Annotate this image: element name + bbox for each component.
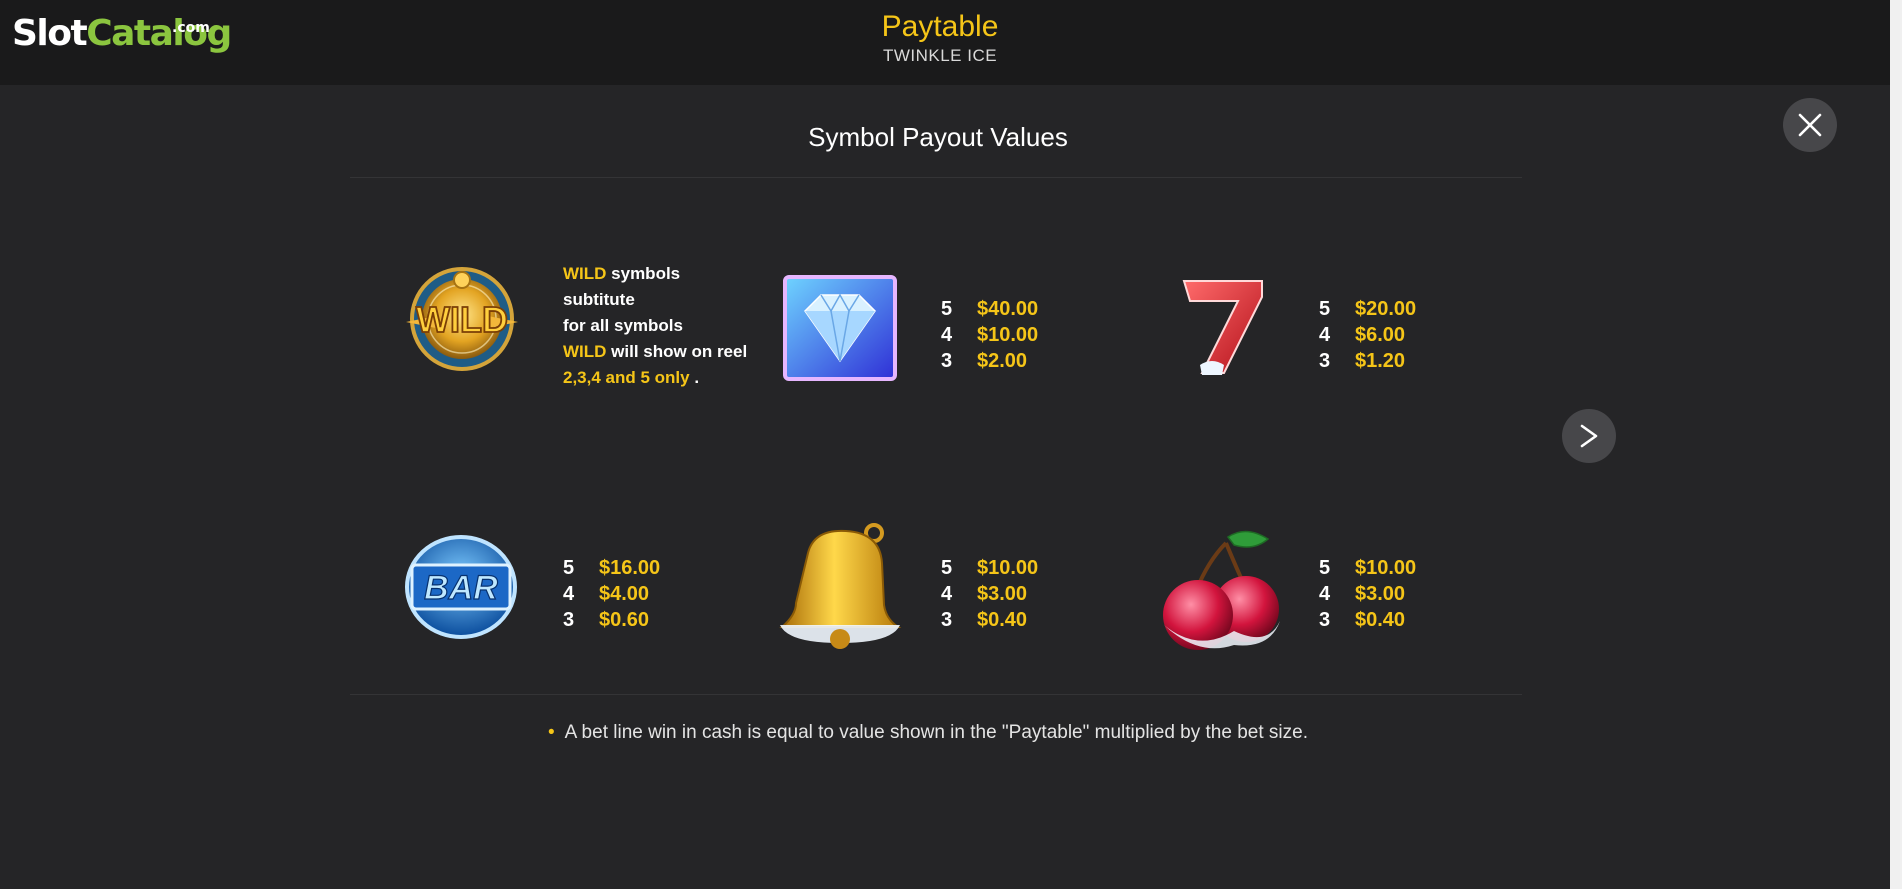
payout-count: 5 [1319, 298, 1331, 320]
payout-count: 4 [1319, 324, 1331, 346]
payout-count: 3 [941, 350, 953, 372]
game-name: TWINKLE ICE [882, 46, 998, 65]
next-page-button[interactable] [1562, 409, 1616, 463]
bell-icon [779, 523, 902, 649]
wild-symbol-text: WILD [416, 299, 508, 340]
wild-symbol-icon: WILD [406, 267, 518, 371]
payout-value: $0.40 [1355, 609, 1406, 631]
payout-value: $10.00 [977, 557, 1039, 579]
payout-row: 5 $10.00 [1319, 555, 1416, 581]
cherry-payouts: 5 $10.00 4 $3.00 3 $0.40 [1319, 555, 1416, 633]
payout-row: 4 $10.00 [941, 322, 1038, 348]
payout-row: 4 $6.00 [1319, 322, 1416, 348]
payout-value: $16.00 [599, 557, 661, 579]
payout-count: 3 [941, 609, 953, 631]
diamond-icon [783, 275, 897, 381]
payout-value: $6.00 [1355, 324, 1406, 346]
bell-payouts: 5 $10.00 4 $3.00 3 $0.40 [941, 555, 1038, 633]
bottom-divider [350, 694, 1522, 695]
payout-value: $40.00 [977, 298, 1039, 320]
bar-symbol-text: BAR [424, 569, 498, 607]
payout-row: 3 $2.00 [941, 348, 1038, 374]
cherry-icon [1163, 530, 1280, 650]
payout-row: 3 $1.20 [1319, 348, 1416, 374]
wild-line2: subtitute [563, 290, 635, 309]
payout-row: 5 $40.00 [941, 296, 1038, 322]
payout-value: $10.00 [1355, 557, 1417, 579]
payout-count: 5 [563, 557, 575, 579]
wild-line3: for all symbols [563, 316, 683, 335]
payout-row: 3 $0.40 [1319, 607, 1416, 633]
wild-line4-rest: will show on reel [606, 342, 748, 361]
bullet-icon: • [548, 722, 555, 743]
payout-row: 3 $0.60 [563, 607, 660, 633]
payout-count: 4 [941, 324, 953, 346]
payout-row: 4 $4.00 [563, 581, 660, 607]
payout-row: 5 $16.00 [563, 555, 660, 581]
payout-count: 5 [941, 557, 953, 579]
payout-count: 4 [1319, 583, 1331, 605]
payout-value: $3.00 [1355, 583, 1406, 605]
payout-value: $4.00 [599, 583, 650, 605]
payout-value: $0.60 [599, 609, 650, 631]
payout-row: 3 $0.40 [941, 607, 1038, 633]
chevron-right-icon [1580, 424, 1598, 448]
payout-value: $10.00 [977, 324, 1039, 346]
payout-count: 3 [1319, 609, 1331, 631]
payout-value: $1.20 [1355, 350, 1406, 372]
seven-payouts: 5 $20.00 4 $6.00 3 $1.20 [1319, 296, 1416, 374]
payout-row: 4 $3.00 [941, 581, 1038, 607]
wild-line5-end: . [689, 368, 700, 387]
payout-row: 5 $20.00 [1319, 296, 1416, 322]
payout-count: 4 [563, 583, 575, 605]
payout-count: 3 [1319, 350, 1331, 372]
payout-row: 4 $3.00 [1319, 581, 1416, 607]
wild-word: WILD [563, 264, 607, 283]
bar-payouts: 5 $16.00 4 $4.00 3 $0.60 [563, 555, 660, 633]
payout-count: 4 [941, 583, 953, 605]
payout-count: 3 [563, 609, 575, 631]
section-title: Symbol Payout Values [808, 122, 1068, 152]
wild-reels: 2,3,4 and 5 only [563, 368, 690, 387]
close-button[interactable] [1783, 98, 1837, 152]
payout-count: 5 [941, 298, 953, 320]
payout-value: $0.40 [977, 609, 1028, 631]
close-icon [1798, 113, 1822, 137]
diamond-payouts: 5 $40.00 4 $10.00 3 $2.00 [941, 296, 1038, 374]
page-title: Paytable [881, 10, 999, 43]
payout-value: $20.00 [1355, 298, 1417, 320]
wild-line1-rest: symbols [606, 264, 681, 283]
payout-value: $2.00 [977, 350, 1028, 372]
seven-icon [1182, 280, 1263, 375]
top-divider [350, 177, 1522, 178]
wild-description: WILD symbols subtitute for all symbols W… [563, 261, 747, 391]
wild-word-2: WILD [563, 342, 607, 361]
payout-row: 5 $10.00 [941, 555, 1038, 581]
scrollbar-track[interactable] [1890, 0, 1902, 889]
bar-icon: BAR [405, 535, 517, 639]
payout-value: $3.00 [977, 583, 1028, 605]
footnote-text: A bet line win in cash is equal to value… [564, 722, 1308, 743]
payout-count: 5 [1319, 557, 1331, 579]
bet-line-footnote: • A bet line win in cash is equal to valu… [548, 722, 1308, 744]
